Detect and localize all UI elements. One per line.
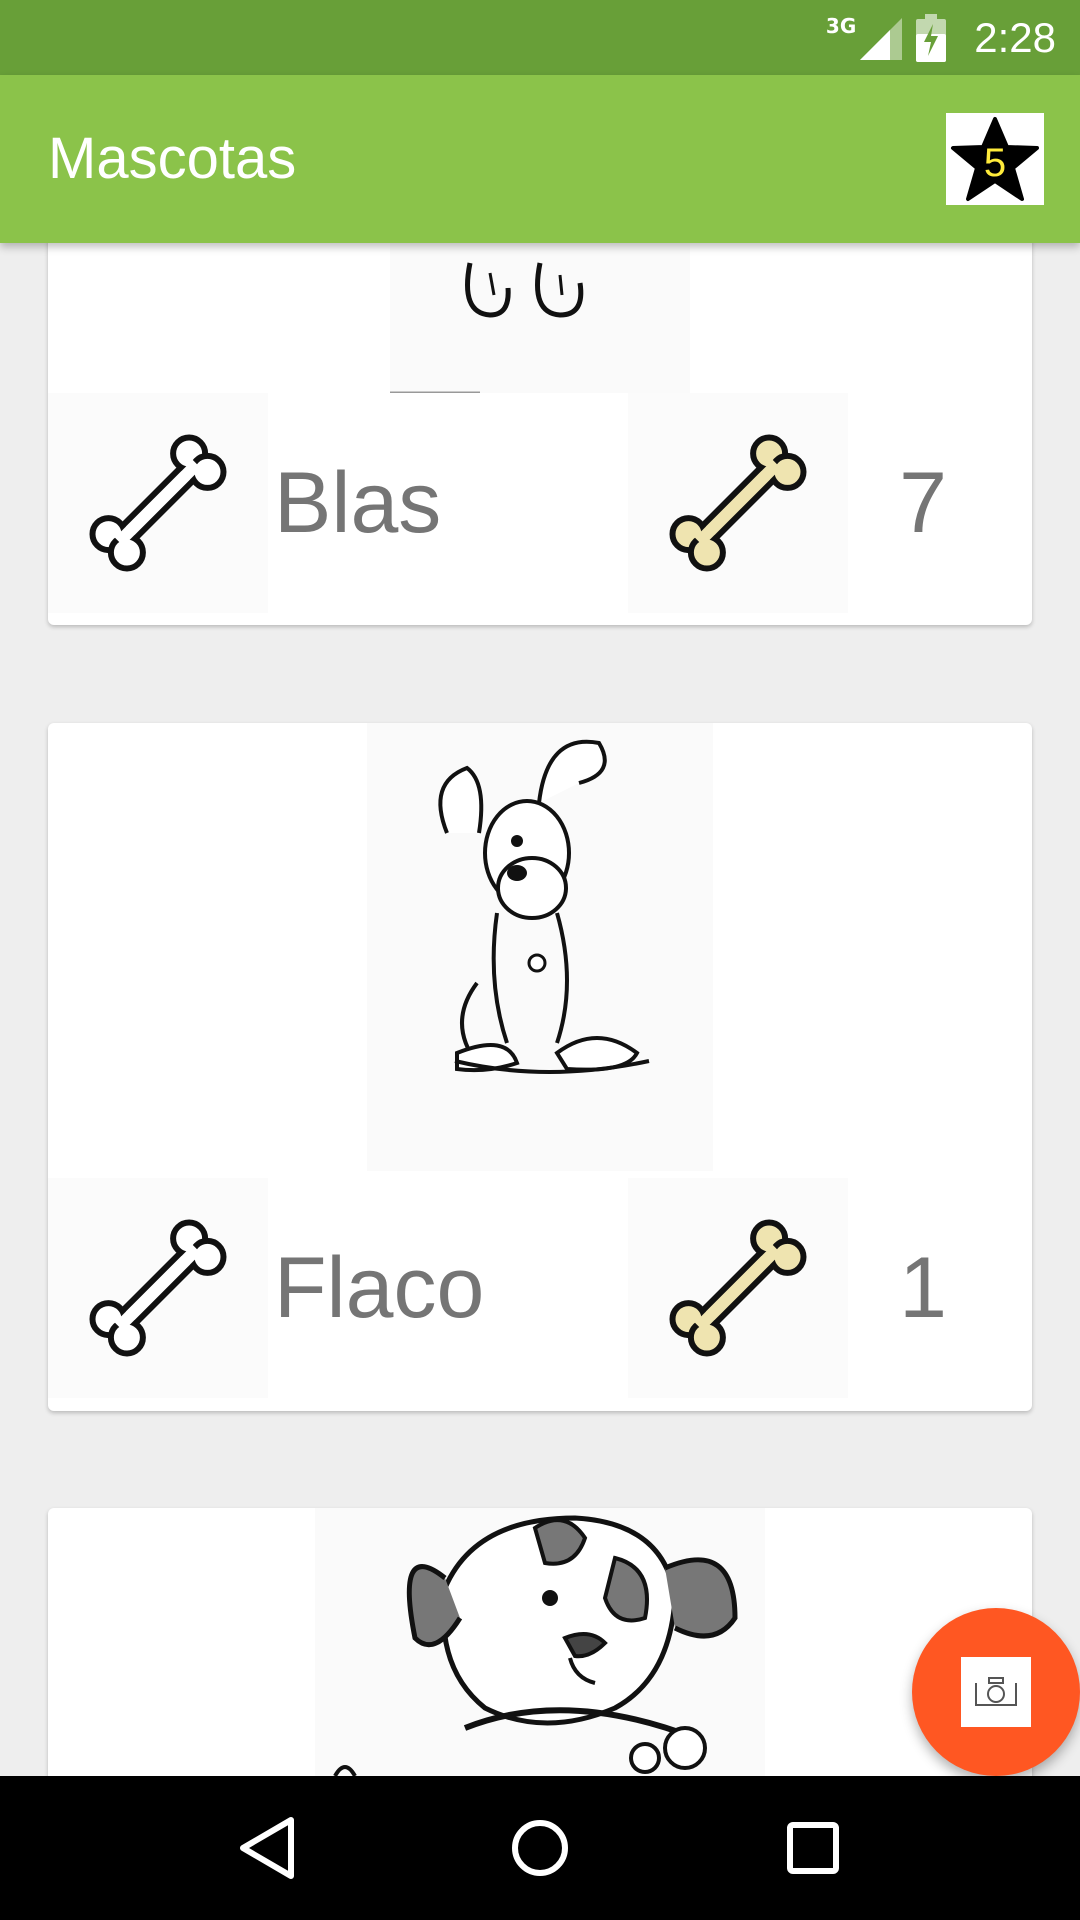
pet-list[interactable]: Blas 7 Flaco 1	[0, 243, 1080, 1776]
home-button[interactable]	[490, 1798, 590, 1898]
screen: 3G 2:28 Mascotas 5 Blas 7 Flaco 1	[0, 0, 1080, 1920]
like-button[interactable]	[48, 1178, 268, 1398]
favorites-button[interactable]: 5	[946, 113, 1044, 205]
network-type: 3G	[825, 13, 857, 38]
like-button[interactable]	[48, 393, 268, 613]
pet-info-row: Blas 7	[48, 393, 1032, 613]
back-triangle-icon	[239, 1817, 294, 1879]
recents-square-icon	[787, 1822, 840, 1874]
clock: 2:28	[974, 13, 1056, 61]
home-circle-icon	[511, 1820, 568, 1876]
pet-card	[48, 1508, 1032, 1776]
pet-name: Flaco	[274, 1240, 485, 1336]
pet-likes-count: 7	[899, 455, 947, 551]
bone-outline-icon	[89, 434, 227, 572]
status-bar: 3G 2:28	[0, 0, 1080, 75]
pet-image	[390, 243, 690, 395]
likes-icon-box	[628, 393, 848, 613]
signal-icon	[860, 17, 903, 60]
pet-image	[367, 723, 713, 1171]
battery-icon	[916, 13, 947, 62]
bone-filled-icon	[669, 434, 807, 572]
pet-image	[315, 1508, 765, 1776]
favorites-count: 5	[983, 141, 1007, 185]
fab-icon-box	[961, 1657, 1031, 1727]
bone-outline-icon	[89, 1219, 227, 1357]
camera-fab[interactable]	[912, 1608, 1080, 1776]
app-title: Mascotas	[48, 126, 297, 191]
pet-card: Blas 7	[48, 243, 1032, 625]
pet-card: Flaco 1	[48, 723, 1032, 1411]
likes-icon-box	[628, 1178, 848, 1398]
pet-name: Blas	[274, 455, 442, 551]
recents-button[interactable]	[763, 1798, 863, 1898]
navigation-bar	[0, 1776, 1080, 1920]
bone-filled-icon	[669, 1219, 807, 1357]
pet-likes-count: 1	[899, 1240, 947, 1336]
back-button[interactable]	[217, 1798, 317, 1898]
app-bar: Mascotas 5	[0, 75, 1080, 243]
pet-info-row: Flaco 1	[48, 1178, 1032, 1398]
camera-icon	[975, 1677, 1017, 1706]
